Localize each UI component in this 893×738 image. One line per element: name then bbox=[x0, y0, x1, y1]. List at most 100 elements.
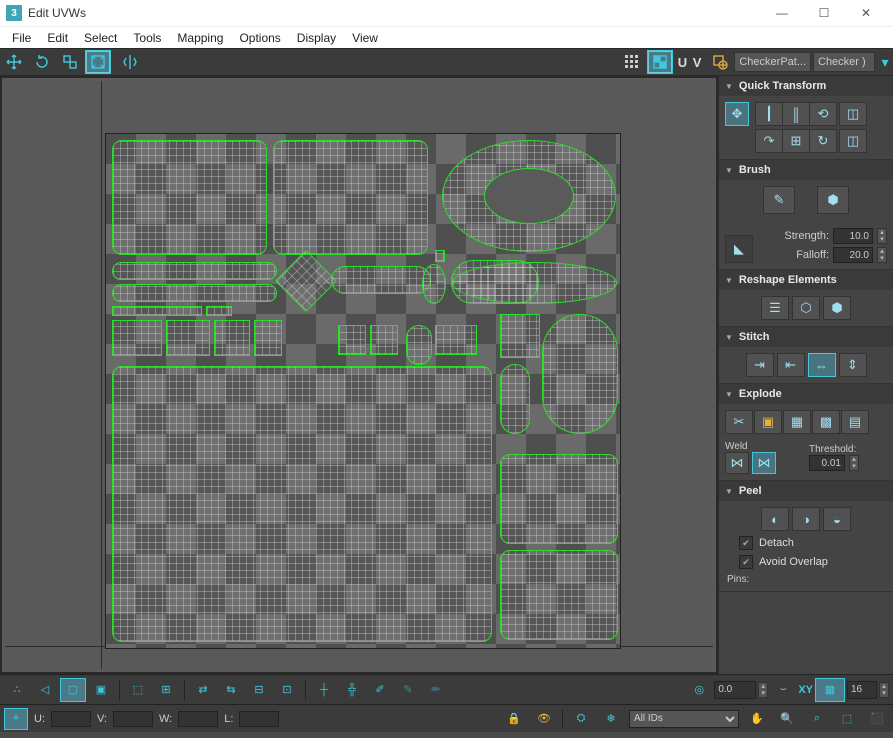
u-input[interactable] bbox=[51, 711, 91, 727]
loop-xy-button[interactable]: ⊟ bbox=[246, 678, 272, 702]
uv-island[interactable] bbox=[500, 550, 618, 640]
vertex-mode-button[interactable]: ∴ bbox=[4, 678, 30, 702]
uv-island[interactable] bbox=[500, 454, 618, 544]
align-vert-button[interactable]: ╬ bbox=[339, 678, 365, 702]
zoom-extents-icon[interactable]: ⬚ bbox=[835, 708, 859, 730]
show-map-button[interactable] bbox=[647, 50, 673, 74]
edge-mode-button[interactable]: ◁ bbox=[32, 678, 58, 702]
map-dropdown-caret[interactable]: ▾ bbox=[878, 50, 892, 74]
uv-island[interactable] bbox=[500, 364, 530, 434]
freeform-tool[interactable] bbox=[85, 50, 111, 74]
uv-island[interactable] bbox=[166, 320, 210, 356]
uv-island[interactable] bbox=[112, 320, 162, 356]
v-input[interactable] bbox=[113, 711, 153, 727]
uv-island[interactable] bbox=[214, 320, 250, 356]
menu-options[interactable]: Options bbox=[231, 29, 288, 47]
uv-viewport[interactable] bbox=[5, 81, 713, 669]
material-ids-dropdown[interactable]: All IDs bbox=[629, 710, 739, 728]
soft-falloff-input[interactable]: 0.0 bbox=[714, 681, 756, 699]
uv-island[interactable] bbox=[542, 314, 618, 434]
minimize-button[interactable]: — bbox=[761, 0, 803, 26]
uv-island[interactable] bbox=[422, 264, 446, 304]
paint-select-button[interactable]: ✐ bbox=[367, 678, 393, 702]
stitch-target-button[interactable]: ⇤ bbox=[777, 353, 805, 377]
uv-island[interactable] bbox=[452, 262, 617, 304]
align-edge-button[interactable]: ┼ bbox=[311, 678, 337, 702]
relax-brush-button[interactable]: ⬢ bbox=[817, 186, 849, 214]
uv-island[interactable] bbox=[338, 325, 366, 355]
uv-island[interactable] bbox=[500, 314, 540, 358]
uv-island[interactable] bbox=[112, 140, 267, 255]
rollout-header[interactable]: Explode bbox=[719, 384, 893, 404]
pack-button[interactable]: ⬢ bbox=[823, 296, 851, 320]
strength-input[interactable] bbox=[833, 228, 873, 244]
stitch-avg-button[interactable]: ⇔ bbox=[808, 353, 836, 377]
paint-erase-button[interactable]: ✏ bbox=[423, 678, 449, 702]
quick-peel-button[interactable]: ◐ bbox=[761, 507, 789, 531]
ring-uv-button[interactable]: ⇆ bbox=[218, 678, 244, 702]
loop-uv-button[interactable]: ⇄ bbox=[190, 678, 216, 702]
falloff-input[interactable] bbox=[833, 247, 873, 263]
grow-selection-button[interactable]: ⊞ bbox=[153, 678, 179, 702]
stitch-custom-button[interactable]: ⇕ bbox=[839, 353, 867, 377]
move-tool[interactable] bbox=[1, 50, 27, 74]
paint-move-button[interactable]: ✎ bbox=[763, 186, 795, 214]
l-input[interactable] bbox=[239, 711, 279, 727]
zoom-region-icon[interactable]: ⌕ bbox=[805, 708, 829, 730]
relax-button[interactable]: ⬡ bbox=[792, 296, 820, 320]
soft-falloff-icon[interactable]: ◎ bbox=[686, 678, 712, 702]
brush-falloff-icon[interactable]: ◣ bbox=[725, 235, 753, 263]
rotate-tool[interactable] bbox=[29, 50, 55, 74]
center-button[interactable]: ◫ bbox=[839, 129, 867, 153]
menu-mapping[interactable]: Mapping bbox=[169, 29, 231, 47]
menu-display[interactable]: Display bbox=[289, 29, 344, 47]
menu-tools[interactable]: Tools bbox=[125, 29, 169, 47]
menu-edit[interactable]: Edit bbox=[39, 29, 76, 47]
uv-island[interactable] bbox=[370, 325, 398, 355]
uv-island[interactable] bbox=[112, 306, 202, 316]
ring-xy-button[interactable]: ⊡ bbox=[274, 678, 300, 702]
mirror-tool[interactable] bbox=[117, 50, 143, 74]
uv-island[interactable] bbox=[331, 266, 431, 294]
pan-icon[interactable]: ✋ bbox=[745, 708, 769, 730]
grid-size-spinner[interactable] bbox=[879, 682, 889, 698]
grid-snap-button[interactable]: ▦ bbox=[815, 678, 845, 702]
break-button[interactable]: ✂ bbox=[725, 410, 753, 434]
soft-falloff-spinner[interactable] bbox=[758, 682, 768, 698]
uv-island[interactable] bbox=[254, 320, 282, 356]
map-dropdown-a[interactable]: CheckerPat... bbox=[734, 52, 811, 72]
maximize-button[interactable]: ☐ bbox=[803, 0, 845, 26]
flatten-mat-button[interactable]: ▩ bbox=[812, 410, 840, 434]
rollout-header[interactable]: Brush bbox=[719, 160, 893, 180]
uv-island[interactable] bbox=[435, 250, 445, 262]
menu-select[interactable]: Select bbox=[76, 29, 125, 47]
scale-tool[interactable] bbox=[57, 50, 83, 74]
strength-spinner[interactable] bbox=[877, 228, 887, 244]
rollout-header[interactable]: Stitch bbox=[719, 327, 893, 347]
close-button[interactable]: ✕ bbox=[845, 0, 887, 26]
pixel-grid-icon[interactable] bbox=[619, 50, 645, 74]
pelt-button[interactable]: ◒ bbox=[823, 507, 851, 531]
avoid-overlap-checkbox[interactable]: Avoid Overlap bbox=[725, 555, 887, 569]
rollout-header[interactable]: Peel bbox=[719, 481, 893, 501]
paint-options-button[interactable]: ✎ bbox=[395, 678, 421, 702]
weld-button[interactable]: ⋈ bbox=[725, 452, 749, 474]
detach-checkbox[interactable]: Detach bbox=[725, 536, 887, 550]
peel-button[interactable]: ◑ bbox=[792, 507, 820, 531]
absolute-mode-button[interactable]: ⌖ bbox=[4, 708, 28, 730]
filter-icon[interactable]: ⛭ bbox=[569, 708, 593, 730]
lock-icon[interactable]: 🔒 bbox=[502, 708, 526, 730]
weld-selected-button[interactable]: ⋈ bbox=[752, 452, 776, 474]
rotate-cw-button[interactable]: ↻ bbox=[809, 129, 837, 153]
menu-file[interactable]: File bbox=[4, 29, 39, 47]
align-center-button[interactable]: ║ bbox=[782, 102, 810, 126]
falloff-curve-icon[interactable]: ⌣ bbox=[770, 678, 796, 702]
map-dropdown-b[interactable]: Checker ) bbox=[813, 52, 875, 72]
map-settings-icon[interactable] bbox=[707, 50, 733, 74]
flip-h-button[interactable]: ↷ bbox=[755, 129, 783, 153]
break-poly-button[interactable]: ▣ bbox=[754, 410, 782, 434]
zoom-icon[interactable]: 🔍 bbox=[775, 708, 799, 730]
rollout-header[interactable]: Reshape Elements bbox=[719, 270, 893, 290]
stitch-source-button[interactable]: ⇥ bbox=[746, 353, 774, 377]
select-by-element-button[interactable]: ⬚ bbox=[125, 678, 151, 702]
